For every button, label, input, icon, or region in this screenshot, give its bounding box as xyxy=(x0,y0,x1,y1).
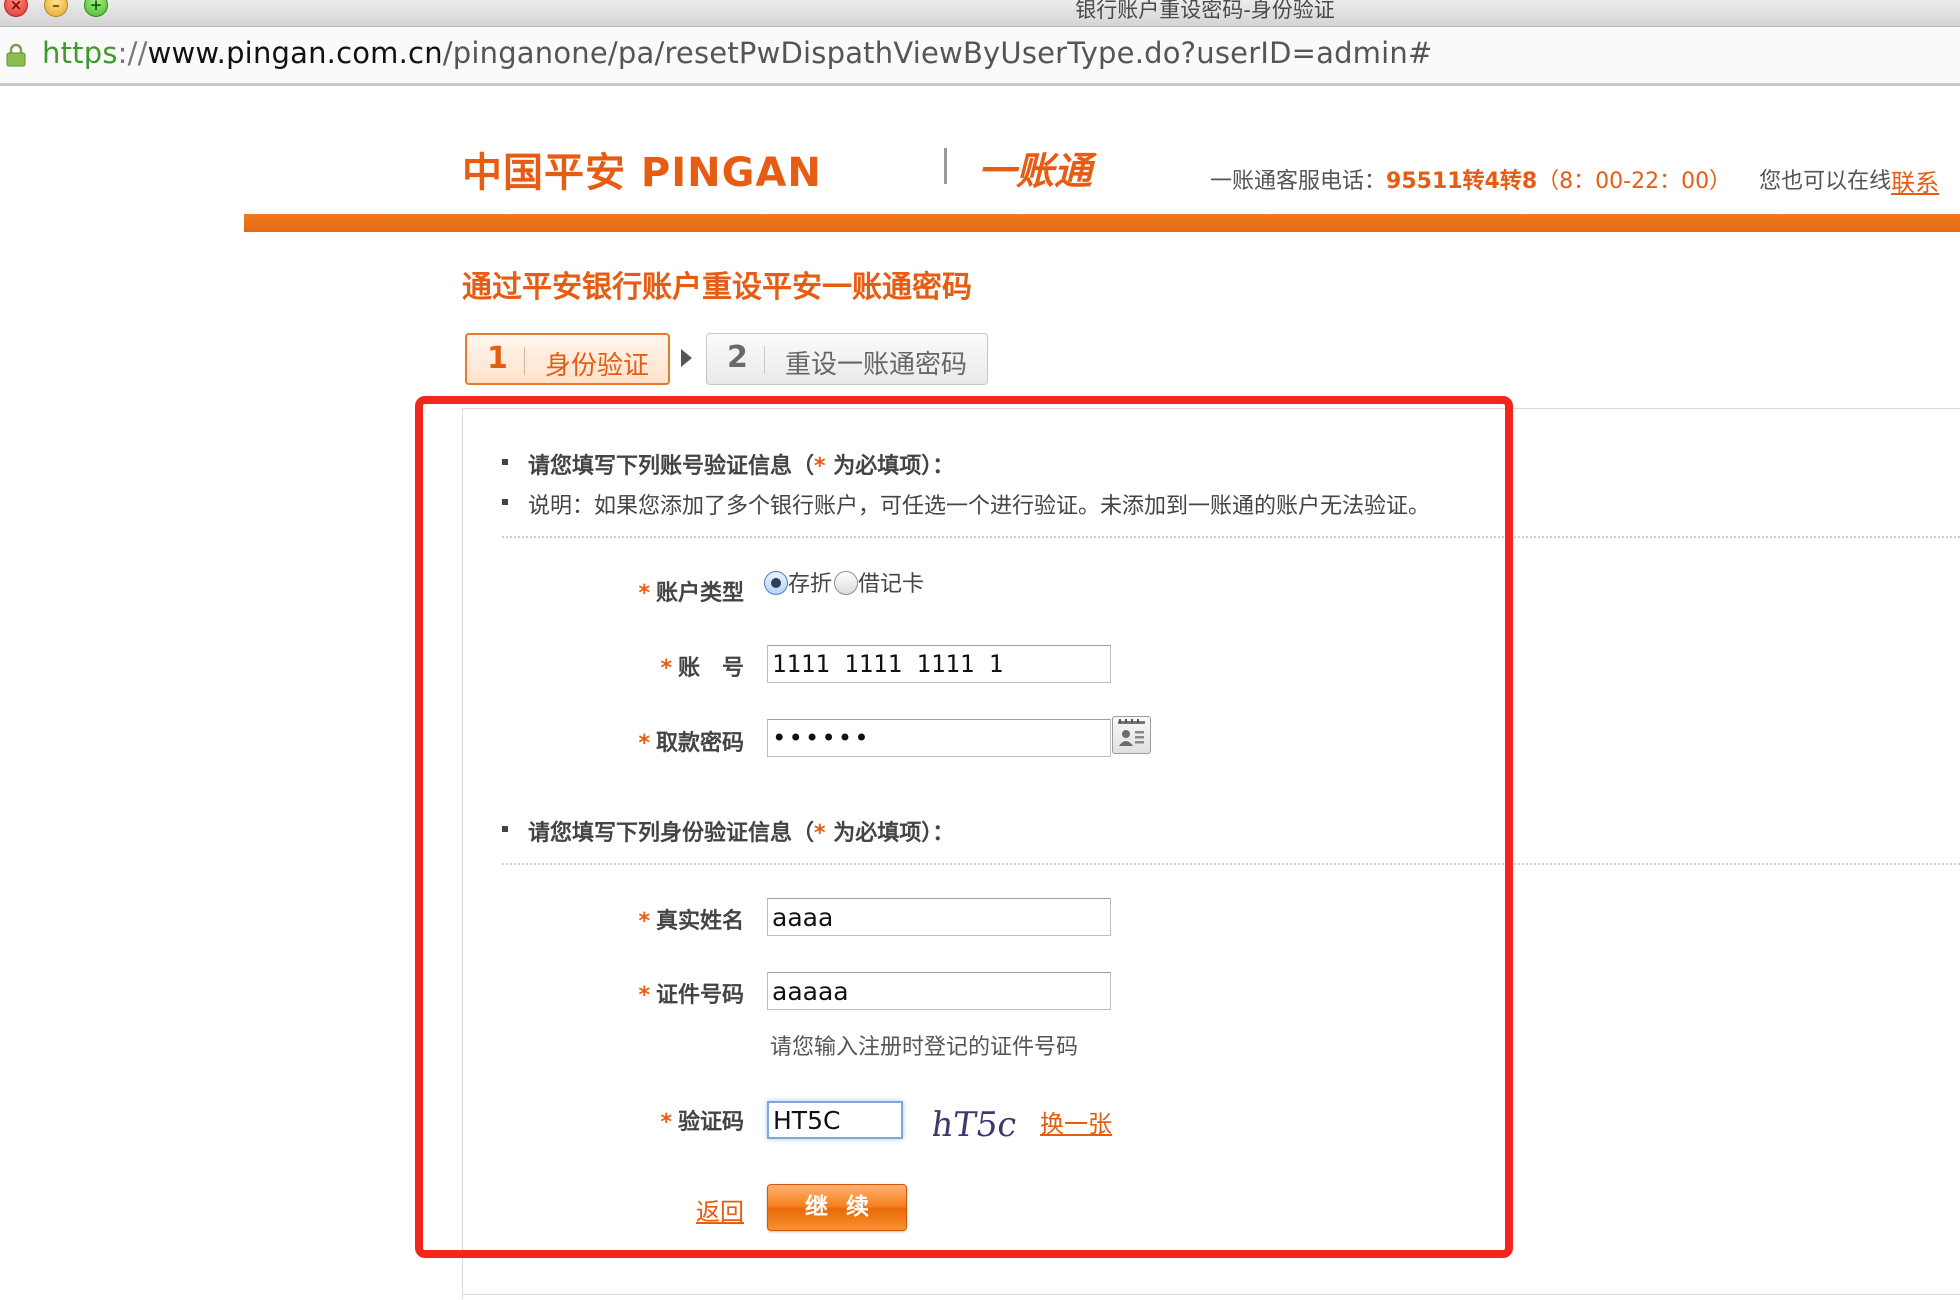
radio-debit-card[interactable] xyxy=(834,571,859,595)
refresh-captcha-link[interactable]: 换一张 xyxy=(1040,1104,1112,1139)
online-text: 您也可以在线 xyxy=(1759,169,1892,194)
section-divider xyxy=(502,536,1960,538)
back-link[interactable]: 返回 xyxy=(696,1192,744,1227)
url-separator: :// xyxy=(117,36,148,70)
withdraw-password-input[interactable] xyxy=(767,719,1111,757)
radio-debit-card-label[interactable]: 借记卡 xyxy=(858,572,924,597)
url-path: /pinganone/pa/resetPwDispathViewByUserTy… xyxy=(442,36,1433,70)
real-name-input[interactable] xyxy=(767,898,1111,936)
hotline-info: 一账通客服电话：95511转4转8（8：00-22：00） 您也可以在线 联系 xyxy=(1210,163,1939,197)
id-number-hint: 请您输入注册时登记的证件号码 xyxy=(770,1035,1079,1060)
account-type-radio-group: 存折 借记卡 xyxy=(764,566,926,597)
panel-bottom-border xyxy=(462,1294,1960,1295)
page-title: 通过平安银行账户重设平安一账通密码 xyxy=(462,270,972,305)
step-label: 身份验证 xyxy=(545,351,650,381)
hotline-number: 95511转4转8 xyxy=(1386,169,1538,194)
minimize-window-icon[interactable]: – xyxy=(44,0,68,17)
captcha-image[interactable]: hT5c xyxy=(933,1100,1017,1144)
account-note: 说明：如果您添加了多个银行账户，可任选一个进行验证。未添加到一账通的账户无法验证… xyxy=(502,488,1430,520)
pingan-logo[interactable]: 中国平安 PINGAN xyxy=(462,140,822,198)
yizhangtong-logo: 一账通 xyxy=(978,149,1093,193)
captcha-label: * 验证码 xyxy=(660,1110,744,1135)
window-titlebar: × – + 银行账户重设密码-身份验证 xyxy=(0,0,1960,27)
id-number-label: * 证件号码 xyxy=(638,983,744,1008)
captcha-text: hT5c xyxy=(933,1105,1017,1144)
logo-divider xyxy=(944,148,947,184)
window-title: 银行账户重设密码-身份验证 xyxy=(1075,0,1335,22)
step-number: 2 xyxy=(727,340,748,375)
url-text[interactable]: https://www.pingan.com.cn/pinganone/pa/r… xyxy=(42,36,1432,70)
hotline-label: 一账通客服电话： xyxy=(1210,169,1387,194)
account-instruction: 请您填写下列账号验证信息（* 为必填项）： xyxy=(502,448,954,480)
header-divider xyxy=(244,214,1960,232)
account-type-label: * 账户类型 xyxy=(638,581,744,606)
section-divider xyxy=(502,863,1960,865)
step-identity-verification: 1 身份验证 xyxy=(465,333,670,385)
virtual-keyboard-icon[interactable] xyxy=(1112,716,1151,754)
radio-passbook[interactable] xyxy=(764,571,788,595)
hotline-hours: （8：00-22：00） xyxy=(1537,169,1732,194)
form-panel xyxy=(462,408,1960,1299)
id-card-icon xyxy=(1118,719,1145,746)
step-number: 1 xyxy=(487,341,508,376)
radio-passbook-label[interactable]: 存折 xyxy=(788,572,832,597)
zoom-window-icon[interactable]: + xyxy=(84,0,108,17)
address-bar[interactable]: https://www.pingan.com.cn/pinganone/pa/r… xyxy=(0,27,1960,86)
continue-button[interactable]: 继续 xyxy=(767,1184,907,1231)
identity-instruction: 请您填写下列身份验证信息（* 为必填项）： xyxy=(502,815,954,847)
withdraw-password-label: * 取款密码 xyxy=(638,731,744,756)
step-arrow-icon xyxy=(681,349,692,367)
account-number-label: * 账 号 xyxy=(660,656,744,681)
lock-icon xyxy=(6,43,26,67)
url-scheme: https xyxy=(42,36,118,70)
url-host: www.pingan.com.cn xyxy=(147,36,443,70)
real-name-label: * 真实姓名 xyxy=(638,909,744,934)
step-reset-password: 2 重设一账通密码 xyxy=(706,333,988,385)
captcha-input[interactable] xyxy=(767,1101,903,1139)
step-label: 重设一账通密码 xyxy=(785,350,968,380)
online-contact-link[interactable]: 联系 xyxy=(1891,163,1939,198)
id-number-input[interactable] xyxy=(767,972,1111,1010)
account-number-input[interactable] xyxy=(767,645,1111,683)
close-window-icon[interactable]: × xyxy=(4,0,28,17)
